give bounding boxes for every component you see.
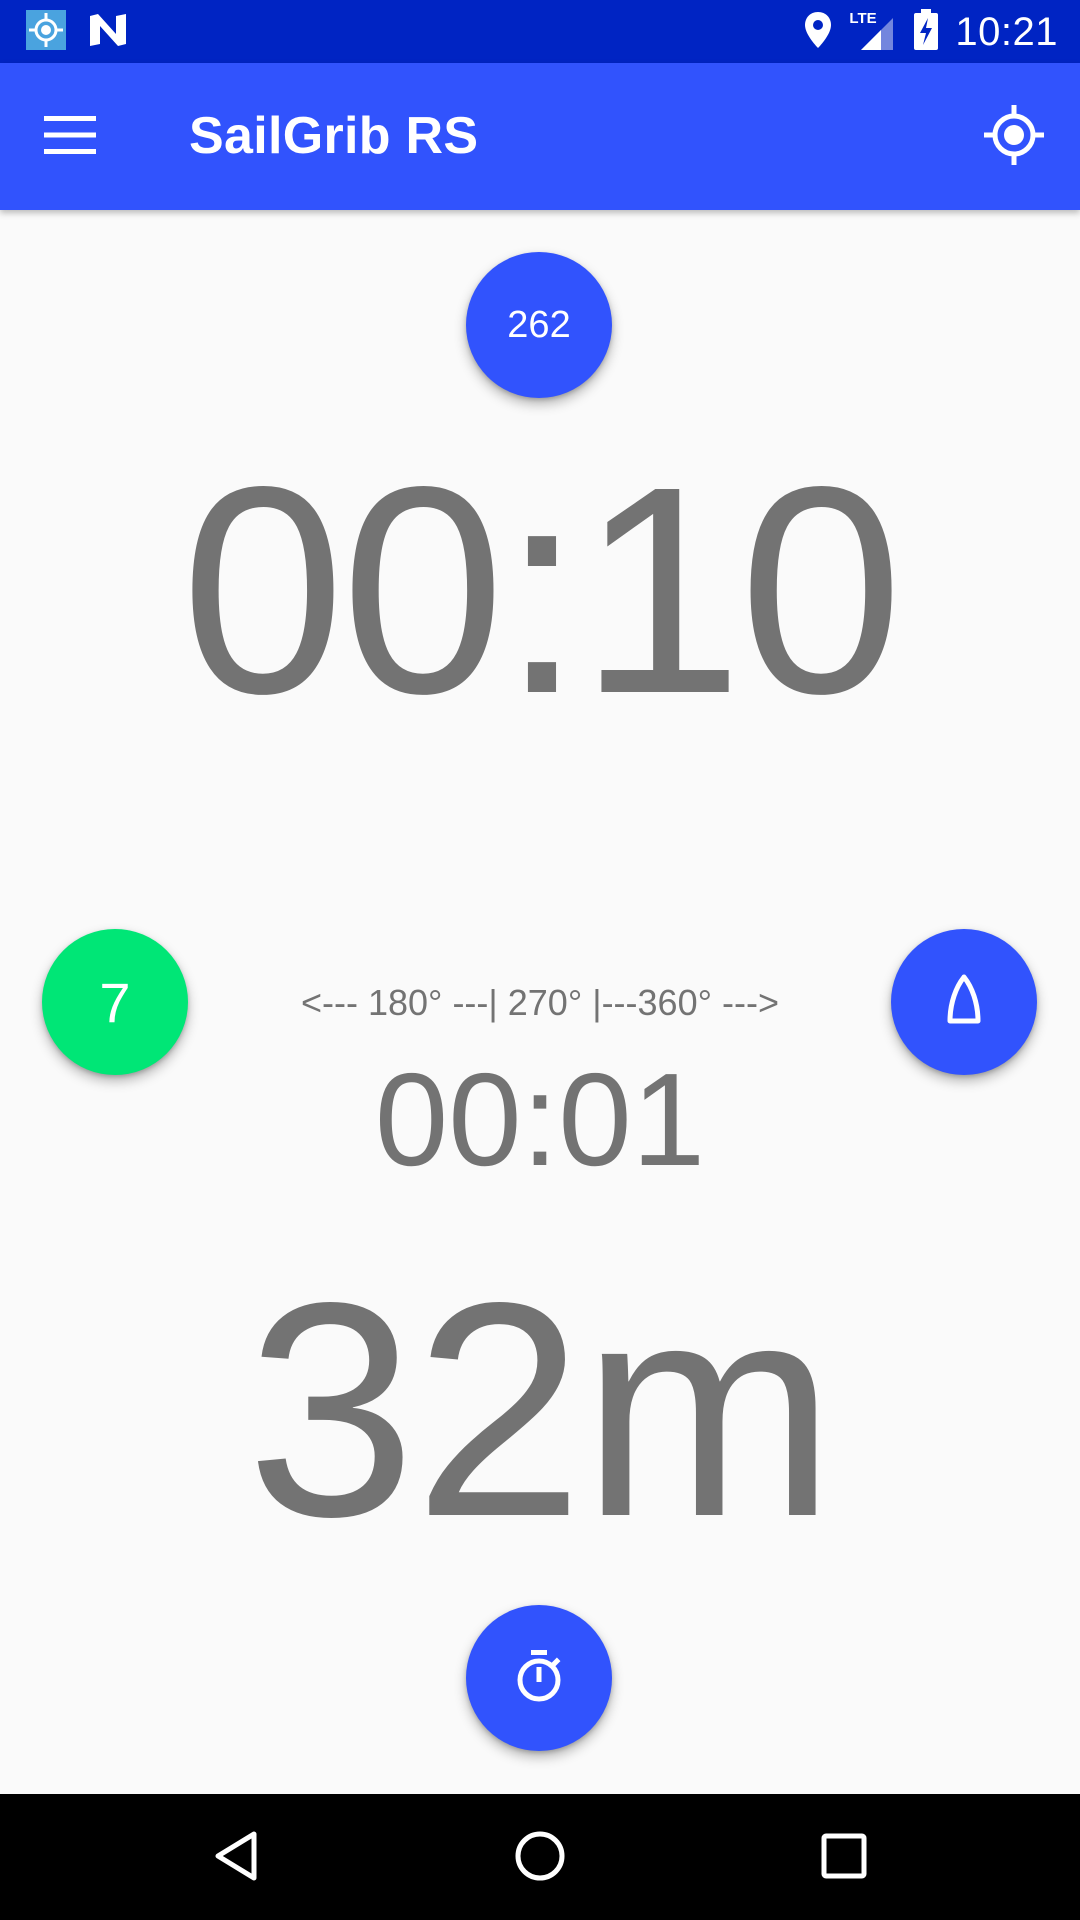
recents-icon	[821, 1833, 867, 1884]
distance-readout: 32m	[246, 1239, 835, 1580]
location-pin-icon	[803, 10, 833, 55]
gps-locate-icon	[984, 104, 1044, 170]
heading-value: 262	[507, 303, 571, 346]
recents-button[interactable]	[804, 1818, 884, 1898]
navigation-bar	[0, 1794, 1080, 1920]
app-title: SailGrib RS	[189, 107, 479, 165]
status-time: 10:21	[955, 9, 1058, 54]
status-bar: LTE 10:21	[0, 0, 1080, 63]
home-icon	[514, 1830, 566, 1887]
app-bar: SailGrib RS	[0, 63, 1080, 210]
heading-button[interactable]: 262	[466, 252, 612, 398]
screen: LTE 10:21 SailGrib RS 262 00:10 7 <--- 1…	[0, 0, 1080, 1920]
home-button[interactable]	[500, 1818, 580, 1898]
hamburger-menu-icon	[44, 115, 96, 159]
secondary-timer: 00:01	[374, 1046, 706, 1193]
timer-button[interactable]	[466, 1605, 612, 1751]
sailgrib-notification-icon	[26, 9, 66, 55]
lte-signal-icon: LTE	[849, 10, 897, 52]
menu-button[interactable]	[42, 109, 98, 165]
n-notification-icon	[88, 12, 128, 53]
main-timer: 00:10	[180, 425, 903, 755]
back-icon	[212, 1830, 260, 1887]
stopwatch-icon	[513, 1648, 565, 1709]
system-status: LTE 10:21	[803, 8, 1058, 56]
back-button[interactable]	[196, 1818, 276, 1898]
battery-charging-icon	[913, 8, 939, 56]
locate-button[interactable]	[980, 103, 1048, 171]
boat-sail-icon	[942, 973, 986, 1032]
notification-icons	[26, 9, 128, 55]
